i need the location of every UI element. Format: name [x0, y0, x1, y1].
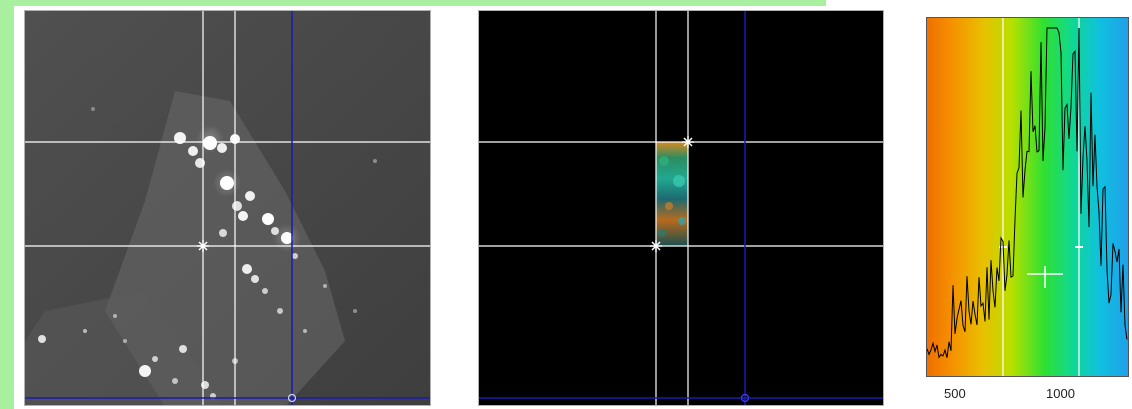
grayscale-image-panel[interactable] — [24, 10, 431, 406]
histogram-canvas[interactable] — [927, 18, 1128, 376]
x-tick-label-1000: 1000 — [1046, 386, 1075, 401]
color-overlay-canvas[interactable] — [479, 11, 884, 406]
window-left-border — [0, 0, 14, 409]
x-tick-label-500: 500 — [944, 386, 966, 401]
color-overlay-panel[interactable] — [478, 10, 884, 406]
grayscale-image-canvas[interactable] — [25, 11, 431, 406]
spectrum-histogram-panel[interactable] — [926, 17, 1129, 377]
histogram-curve — [927, 27, 1128, 359]
window-top-border — [0, 0, 826, 6]
range-marker-ticks — [999, 246, 1083, 288]
